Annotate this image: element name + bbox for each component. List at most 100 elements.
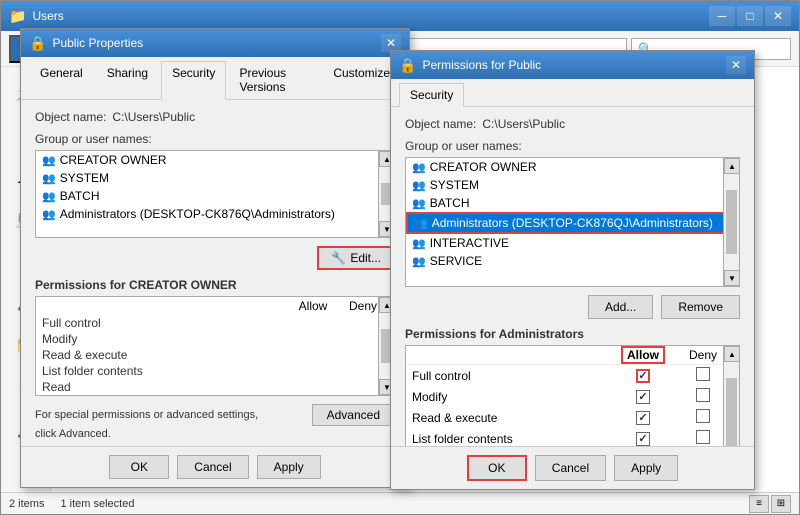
perm-list-item-batch[interactable]: 👥 BATCH xyxy=(406,194,739,212)
object-name-row: Object name: C:\Users\Public xyxy=(35,110,395,124)
perm-list-item-interactive[interactable]: 👥 INTERACTIVE xyxy=(406,234,739,252)
perm-list-item-system[interactable]: 👥 SYSTEM xyxy=(406,176,739,194)
perm-object-name-row: Object name: C:\Users\Public xyxy=(405,117,740,131)
list-item-administrators[interactable]: 👥 Administrators (DESKTOP-CK876Q\Adminis… xyxy=(36,205,394,223)
user-name-system: SYSTEM xyxy=(60,171,109,185)
view-list-button[interactable]: ≡ xyxy=(749,495,769,513)
permissions-dialog-footer: OK Cancel Apply xyxy=(391,446,754,489)
public-cancel-button[interactable]: Cancel xyxy=(177,455,248,479)
permissions-close-button[interactable]: ✕ xyxy=(726,56,746,74)
listfolder-deny-checkbox[interactable] xyxy=(696,430,710,444)
perm-user-icon-admin: 👥 xyxy=(414,217,428,230)
listfolder-allow-checkbox[interactable] xyxy=(636,432,650,446)
permissions-titlebar: 🔒 Permissions for Public ✕ xyxy=(391,51,754,79)
remove-button[interactable]: Remove xyxy=(661,295,740,319)
special-text-1: For special permissions or advanced sett… xyxy=(35,408,258,423)
permissions-label: Permissions for CREATOR OWNER xyxy=(35,278,395,292)
perm-object-name-label: Object name: xyxy=(405,117,476,131)
public-properties-footer: OK Cancel Apply xyxy=(21,446,409,487)
permissions-dialog-body: Object name: C:\Users\Public Group or us… xyxy=(391,107,754,495)
object-name-label: Object name: xyxy=(35,110,106,124)
perm-user-name-interactive: INTERACTIVE xyxy=(430,236,509,250)
perm-user-name-creator: CREATOR OWNER xyxy=(430,160,537,174)
perm-user-name-batch: BATCH xyxy=(430,196,470,210)
readexecute-deny-checkbox[interactable] xyxy=(696,409,710,423)
perm-data-readexecute: Read & execute xyxy=(406,407,739,428)
explorer-close-button[interactable]: ✕ xyxy=(765,6,791,26)
permissions-title: Permissions for Public xyxy=(422,58,726,72)
perm-list-item-service[interactable]: 👥 SERVICE xyxy=(406,252,739,270)
permissions-dialog: 🔒 Permissions for Public ✕ Security Obje… xyxy=(390,50,755,490)
perm-section-label: Permissions for Administrators xyxy=(405,327,740,341)
modify-allow-checkbox[interactable] xyxy=(636,390,650,404)
perm-col-allow: Allow xyxy=(288,299,338,313)
user-icon-system: 👥 xyxy=(42,172,56,185)
group-section-label: Group or user names: xyxy=(35,132,395,146)
properties-icon: 🔒 xyxy=(29,35,46,52)
perm-user-icon-interactive: 👥 xyxy=(412,237,426,250)
perm-users-scrollbar[interactable]: ▲ ▼ xyxy=(723,158,739,286)
edit-button[interactable]: 🔧 Edit... xyxy=(317,246,395,270)
readexecute-allow-checkbox[interactable] xyxy=(636,411,650,425)
perm-row-readexecute: Read & execute xyxy=(36,347,394,363)
perm-user-name-admin: Administrators (DESKTOP-CK876QJ\Administ… xyxy=(432,216,713,230)
perm-list-item-creator[interactable]: 👥 CREATOR OWNER xyxy=(406,158,739,176)
fullcontrol-deny-checkbox[interactable] xyxy=(696,367,710,381)
public-ok-button[interactable]: OK xyxy=(109,455,169,479)
user-name-admin: Administrators (DESKTOP-CK876Q\Administr… xyxy=(60,207,335,221)
permissions-security-tab[interactable]: Security xyxy=(399,83,464,107)
perm-users-list: 👥 CREATOR OWNER 👥 SYSTEM 👥 BATCH 👥 Admin… xyxy=(405,157,740,287)
list-item-batch[interactable]: 👥 BATCH xyxy=(36,187,394,205)
perm-row-fullcontrol: Full control xyxy=(36,315,394,331)
permissions-table: Allow Deny Full control Modify Read & ex… xyxy=(35,296,395,396)
modify-deny-checkbox[interactable] xyxy=(696,388,710,402)
status-items: 2 items xyxy=(9,498,44,510)
user-icon-admin: 👥 xyxy=(42,208,56,221)
users-list: 👥 CREATOR OWNER 👥 SYSTEM 👥 BATCH 👥 Admin… xyxy=(35,150,395,238)
perm-cancel-button[interactable]: Cancel xyxy=(535,455,606,481)
user-icon-creator: 👥 xyxy=(42,154,56,167)
perm-data-modify: Modify xyxy=(406,386,739,407)
perm-user-icon-service: 👥 xyxy=(412,255,426,268)
minimize-button[interactable]: ─ xyxy=(709,6,735,26)
perm-table-header: Allow Deny xyxy=(406,346,739,365)
user-icon-batch: 👥 xyxy=(42,190,56,203)
perm-table-scroll-up[interactable]: ▲ xyxy=(724,346,740,362)
user-name-batch: BATCH xyxy=(60,189,100,203)
perm-row-modify: Modify xyxy=(36,331,394,347)
object-name-value: C:\Users\Public xyxy=(112,110,195,124)
maximize-button[interactable]: □ xyxy=(737,6,763,26)
perm-ok-button[interactable]: OK xyxy=(467,455,527,481)
perm-row-write: Write xyxy=(36,395,394,396)
fullcontrol-allow-checkbox[interactable] xyxy=(636,369,650,383)
status-bar: 2 items 1 item selected ≡ ⊞ xyxy=(1,492,799,514)
perm-apply-button[interactable]: Apply xyxy=(614,455,678,481)
add-button[interactable]: Add... xyxy=(588,295,653,319)
folder-icon: 📁 xyxy=(9,8,26,25)
public-apply-button[interactable]: Apply xyxy=(257,455,321,479)
advanced-button[interactable]: Advanced xyxy=(312,404,395,426)
perm-user-icon-batch: 👥 xyxy=(412,197,426,210)
public-properties-titlebar: 🔒 Public Properties ✕ xyxy=(21,29,409,57)
explorer-title: Users xyxy=(32,9,707,23)
perm-users-scroll-down[interactable]: ▼ xyxy=(724,270,740,286)
permissions-tabs: Security xyxy=(391,79,754,107)
tab-security[interactable]: Security xyxy=(161,61,226,100)
perm-list-item-admin[interactable]: 👥 Administrators (DESKTOP-CK876QJ\Admini… xyxy=(406,212,739,234)
public-properties-body: Object name: C:\Users\Public Group or us… xyxy=(21,100,409,457)
perm-col-name xyxy=(42,299,288,313)
perm-header: Allow Deny xyxy=(36,297,394,315)
view-grid-button[interactable]: ⊞ xyxy=(771,495,791,513)
public-properties-title: Public Properties xyxy=(52,36,381,50)
tab-previous-versions[interactable]: Previous Versions xyxy=(228,61,320,99)
tab-sharing[interactable]: Sharing xyxy=(96,61,159,99)
list-item-creator-owner[interactable]: 👥 CREATOR OWNER xyxy=(36,151,394,169)
tab-general[interactable]: General xyxy=(29,61,94,99)
explorer-titlebar: 📁 Users ─ □ ✕ xyxy=(1,1,799,31)
perm-add-remove-row: Add... Remove xyxy=(405,295,740,319)
list-item-system[interactable]: 👥 SYSTEM xyxy=(36,169,394,187)
edit-icon: 🔧 xyxy=(331,251,346,265)
perm-object-name-value: C:\Users\Public xyxy=(482,117,565,131)
perm-users-scroll-up[interactable]: ▲ xyxy=(724,158,740,174)
perm-row-read: Read xyxy=(36,379,394,395)
